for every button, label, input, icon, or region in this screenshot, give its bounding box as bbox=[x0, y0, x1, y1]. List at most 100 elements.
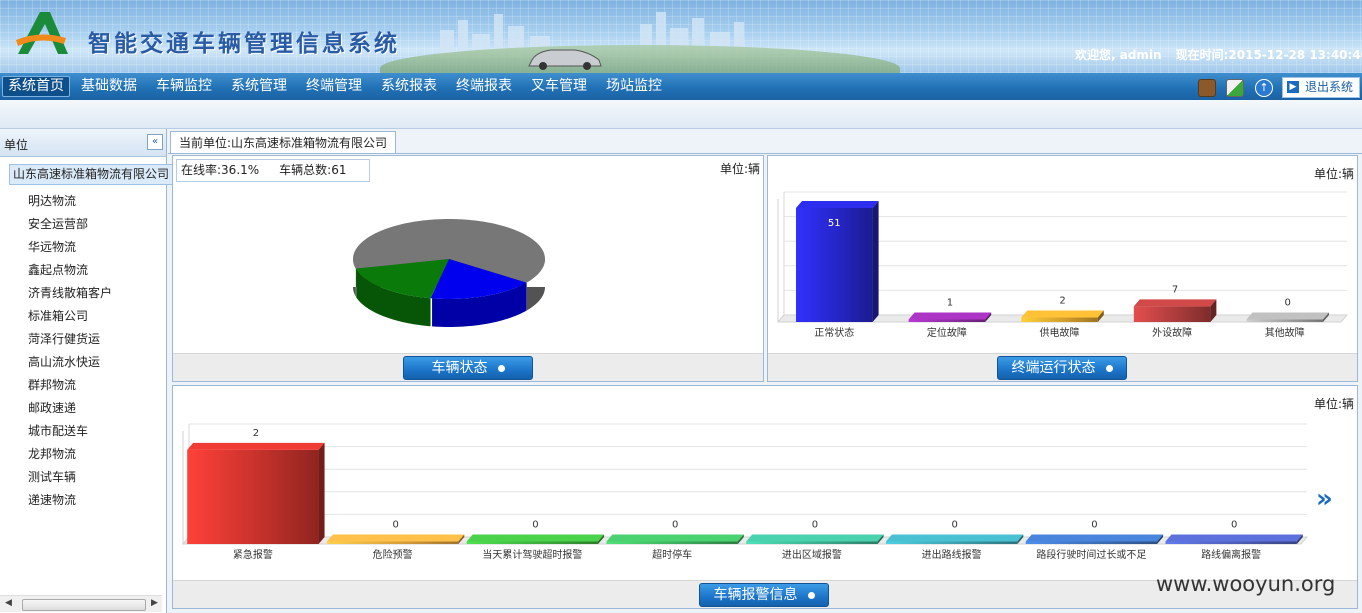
chart-bar bbox=[1025, 534, 1164, 544]
chart-bar bbox=[466, 534, 605, 544]
category-label: 当天累计驾驶超时报警 bbox=[482, 548, 582, 561]
category-label: 定位故障 bbox=[927, 326, 967, 339]
scroll-right-icon[interactable]: ▶ bbox=[151, 598, 158, 608]
chart-bar bbox=[908, 312, 992, 322]
tree-item[interactable]: 群邦物流 bbox=[28, 377, 76, 393]
archive-icon[interactable] bbox=[1198, 79, 1216, 97]
tree-item[interactable]: 龙邦物流 bbox=[28, 446, 76, 462]
category-label: 进出区域报警 bbox=[782, 548, 842, 561]
menu-station-monitor[interactable]: 场站监控 bbox=[601, 77, 667, 96]
tree-item[interactable]: 邮政速递 bbox=[28, 400, 76, 416]
tree-item[interactable]: 递速物流 bbox=[28, 492, 76, 508]
category-label: 路段行驶时间过长或不足 bbox=[1036, 548, 1146, 561]
tree-item[interactable]: 测试车辆 bbox=[28, 469, 76, 485]
tree-item[interactable]: 菏泽行健货运 bbox=[28, 331, 100, 347]
car-image bbox=[528, 49, 602, 70]
panel-footer: 车辆状态 bbox=[173, 353, 763, 381]
arrow-up-icon[interactable]: ↑ bbox=[1255, 79, 1273, 97]
scroll-left-icon[interactable]: ◀ bbox=[5, 598, 12, 608]
tree-item[interactable]: 鑫起点物流 bbox=[28, 262, 88, 278]
vehicle-status-panel: 在线率:36.1% 车辆总数:61 单位:辆 车辆状态 bbox=[172, 155, 764, 382]
terminal-status-button[interactable]: 终端运行状态 bbox=[997, 356, 1127, 380]
logout-button[interactable]: ▶ 退出系统 bbox=[1282, 77, 1360, 98]
dot-icon bbox=[1105, 364, 1113, 372]
terminal-status-button-label: 终端运行状态 bbox=[1011, 360, 1096, 376]
user-info: 欢迎您, admin 现在时间:2015-12-28 13:40:40 bbox=[1075, 46, 1362, 63]
menu-basic-data[interactable]: 基础数据 bbox=[76, 77, 142, 96]
current-time: 现在时间:2015-12-28 13:40:40 bbox=[1175, 48, 1362, 62]
vehicle-status-button[interactable]: 车辆状态 bbox=[403, 356, 533, 380]
bar-value-label: 51 bbox=[828, 218, 841, 229]
category-label: 其他故障 bbox=[1265, 326, 1305, 339]
terminal-status-bar-chart: 51 正常状态 1 定位故障 2 供电故障 7 外设故障 0 其他故障 bbox=[776, 191, 1349, 339]
bar-value-label: 1 bbox=[947, 298, 953, 309]
vehicle-alarm-bar-chart: 2 紧急报警 0 危险预警 0 当天累计驾驶超时报警 0 超时停车 0 进出区域报警 0 进出路线报警… bbox=[181, 423, 1309, 561]
windows-icon[interactable] bbox=[1226, 79, 1244, 97]
tab-divider bbox=[168, 153, 1362, 154]
sidebar-title: 单位 bbox=[4, 138, 29, 152]
unit-label: 单位:辆 bbox=[1313, 167, 1354, 181]
category-label: 路线偏离报警 bbox=[1201, 548, 1261, 561]
category-label: 进出路线报警 bbox=[922, 548, 982, 561]
next-page-icon[interactable]: » bbox=[1316, 484, 1333, 514]
bar-value-label: 2 bbox=[253, 428, 259, 439]
main-menu-bar: 系统首页 基础数据 车辆监控 系统管理 终端管理 系统报表 终端报表 叉车管理 … bbox=[0, 73, 1362, 100]
tree-item[interactable]: 济青线散箱客户 bbox=[28, 285, 112, 301]
logout-icon: ▶ bbox=[1287, 81, 1299, 93]
chart-bar bbox=[1133, 299, 1217, 322]
bar-value-label: 0 bbox=[1285, 298, 1291, 309]
menu-terminal-management[interactable]: 终端管理 bbox=[301, 77, 367, 96]
horizontal-scrollbar[interactable]: ◀ ▶ bbox=[0, 595, 162, 612]
bar-value-label: 0 bbox=[812, 520, 818, 531]
chart-bar bbox=[1246, 312, 1329, 322]
menu-system-management[interactable]: 系统管理 bbox=[226, 77, 292, 96]
welcome-text: 欢迎您, admin bbox=[1075, 48, 1162, 62]
category-label: 超时停车 bbox=[652, 548, 692, 561]
bar-value-label: 0 bbox=[1091, 520, 1097, 531]
dot-icon bbox=[497, 364, 505, 372]
bar-value-label: 0 bbox=[672, 520, 678, 531]
tree-root-node[interactable]: 山东高速标准箱物流有限公司 bbox=[9, 164, 174, 185]
tree-item[interactable]: 高山流水快运 bbox=[28, 354, 100, 370]
tree-item[interactable]: 明达物流 bbox=[28, 193, 76, 209]
tree-item[interactable]: 华远物流 bbox=[28, 239, 76, 255]
chart-bar bbox=[885, 534, 1024, 544]
vehicle-total: 车辆总数:61 bbox=[279, 163, 347, 177]
menu-terminal-reports[interactable]: 终端报表 bbox=[451, 77, 517, 96]
menu-system-reports[interactable]: 系统报表 bbox=[376, 77, 442, 96]
bar-value-label: 0 bbox=[392, 520, 398, 531]
menu-forklift-management[interactable]: 叉车管理 bbox=[526, 77, 592, 96]
collapse-sidebar-icon[interactable]: « bbox=[147, 134, 163, 150]
online-rate: 在线率:36.1% bbox=[181, 163, 260, 177]
category-label: 正常状态 bbox=[814, 326, 854, 339]
category-label: 供电故障 bbox=[1040, 326, 1080, 339]
vehicle-status-pie-chart bbox=[353, 219, 545, 327]
app-title: 智能交通车辆管理信息系统 bbox=[88, 30, 400, 57]
tree-item[interactable]: 标准箱公司 bbox=[28, 308, 88, 324]
vehicle-status-button-label: 车辆状态 bbox=[431, 360, 488, 376]
terminal-status-panel: 单位:辆 51 正常状态 1 定位故障 2 供电故障 7 外设故障 0 其他故障 终端运行状态 bbox=[767, 155, 1358, 382]
bar-value-label: 0 bbox=[532, 520, 538, 531]
sidebar-header: 单位 « bbox=[0, 129, 166, 157]
bar-value-label: 0 bbox=[951, 520, 957, 531]
unit-label: 单位:辆 bbox=[719, 162, 760, 176]
current-unit-tab[interactable]: 当前单位:山东高速标准箱物流有限公司 bbox=[170, 131, 397, 154]
tree-item[interactable]: 安全运营部 bbox=[28, 216, 88, 232]
chart-grid bbox=[182, 423, 1307, 545]
bar-value-label: 2 bbox=[1059, 296, 1065, 307]
category-label: 外设故障 bbox=[1152, 326, 1192, 339]
dot-icon bbox=[807, 591, 815, 599]
watermark-text: www.wooyun.org bbox=[1156, 572, 1336, 596]
unit-label: 单位:辆 bbox=[1313, 397, 1354, 411]
vehicle-alarm-button[interactable]: 车辆报警信息 bbox=[699, 583, 829, 607]
chart-bar bbox=[187, 442, 325, 544]
menu-home[interactable]: 系统首页 bbox=[2, 76, 70, 97]
menu-vehicle-monitor[interactable]: 车辆监控 bbox=[151, 77, 217, 96]
category-label: 危险预警 bbox=[373, 548, 413, 561]
bar-value-label: 7 bbox=[1172, 284, 1178, 295]
chart-bar bbox=[1021, 310, 1104, 322]
sidebar: 单位 « 山东高速标准箱物流有限公司 明达物流 安全运营部 华远物流 鑫起点物流… bbox=[0, 129, 174, 613]
scrollbar-thumb[interactable] bbox=[22, 599, 146, 611]
category-label: 紧急报警 bbox=[233, 548, 273, 561]
tree-item[interactable]: 城市配送车 bbox=[28, 423, 88, 439]
